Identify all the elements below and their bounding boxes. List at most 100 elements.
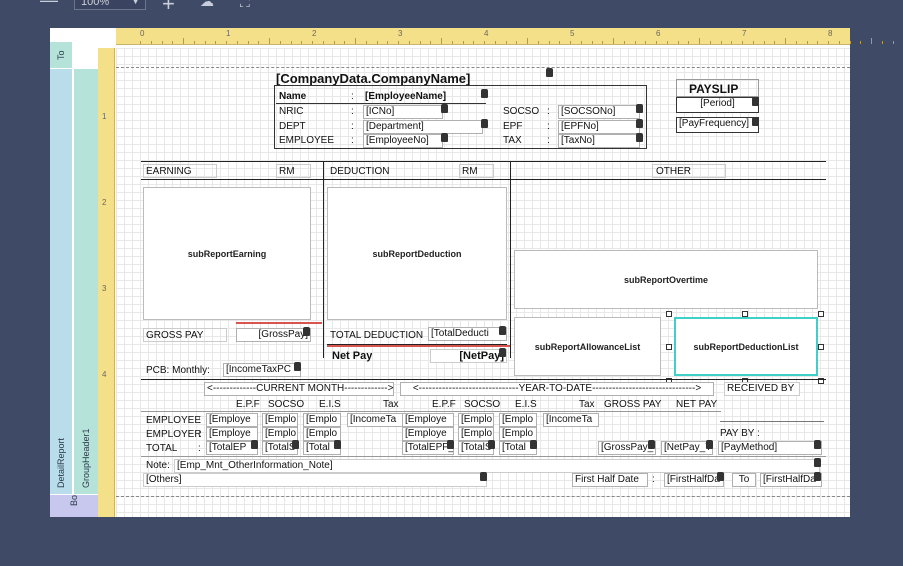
fullscreen-icon[interactable]: ⛶ [240, 0, 250, 9]
employee-no-field[interactable]: [EmployeeNo] [363, 134, 443, 148]
ruler-mark [634, 41, 636, 44]
pay-method-field[interactable]: [PayMethod] [718, 441, 822, 455]
col-eis: E.I.S [319, 399, 341, 410]
ruler-tick-label: 1 [102, 112, 107, 121]
report-canvas[interactable]: [CompanyData.CompanyName] Name : [Employ… [116, 48, 850, 517]
resize-handle[interactable] [818, 344, 824, 350]
tax-no-field[interactable]: [TaxNo] [558, 134, 640, 148]
ruler-mark [817, 41, 819, 44]
resize-handle[interactable] [666, 344, 672, 350]
resize-handle[interactable] [666, 311, 672, 317]
band-top-strip[interactable]: To [50, 42, 72, 68]
ruler-mark [677, 41, 679, 44]
database-icon [480, 472, 487, 481]
employee-eis-ytd-field[interactable]: [Emplo [499, 413, 537, 427]
ruler-tick-label: 4 [102, 370, 107, 379]
band-boundary-top [116, 67, 850, 68]
ruler-mark [430, 41, 432, 44]
col-gross-pay: GROSS PAY [604, 399, 662, 410]
note-field[interactable]: [Emp_Mnt_OtherInformation_Note] [174, 459, 820, 473]
database-icon [530, 440, 537, 449]
deduction-heading: DEDUCTION [330, 166, 390, 177]
ruler-mark [838, 41, 840, 44]
ruler-tick-label: 2 [312, 29, 317, 38]
socso-no-field[interactable]: [SOCSONo] [558, 105, 640, 119]
subreport-allowance-list[interactable]: subReportAllowanceList [514, 317, 661, 376]
plus-icon[interactable]: + [162, 0, 175, 15]
ruler-mark [150, 41, 152, 44]
employee-tax-field[interactable]: [IncomeTa [347, 413, 403, 427]
ruler-mark [333, 41, 335, 44]
band-group-strip[interactable]: GroupHeader1 [74, 69, 98, 494]
ic-no-field[interactable]: [ICNo] [363, 105, 443, 119]
name-underline [276, 103, 486, 104]
col-epf: E.P.F [236, 399, 260, 410]
employee-epf-ytd-field[interactable]: [Employe [402, 413, 454, 427]
employee-eis-field[interactable]: [Emplo [303, 413, 341, 427]
band-boundary-bottom [116, 496, 850, 497]
ruler-mark [312, 41, 313, 44]
others-field[interactable]: [Others] [143, 473, 487, 487]
employee-tax-ytd-field[interactable]: [IncomeTa [543, 413, 599, 427]
ruler-mark [731, 41, 733, 44]
band-detail-strip[interactable]: DetailReport [50, 69, 72, 494]
total-deduction-field[interactable]: [TotalDeducti [428, 327, 507, 341]
total-deduction-label: TOTAL DEDUCTION [330, 330, 424, 341]
other-heading-box [652, 164, 726, 178]
cloud-info-icon[interactable]: ☁ [200, 0, 214, 8]
employee-label: EMPLOYEE [279, 135, 335, 146]
subreport-earning[interactable]: subReportEarning [143, 187, 311, 320]
period-field[interactable]: [Period] [676, 97, 759, 113]
pay-frequency-field[interactable]: [PayFrequency] [676, 117, 759, 133]
database-icon [814, 440, 821, 449]
net-pay-field[interactable]: [NetPay] [430, 349, 507, 363]
ruler-mark [441, 38, 442, 44]
employee-epf-field[interactable]: [Employe [206, 413, 258, 427]
employer-eis-field[interactable]: [Emplo [303, 427, 341, 441]
col-socso: SOCSO [268, 399, 305, 410]
ruler-mark [656, 41, 657, 44]
ruler-mark [623, 41, 625, 44]
employee-name-field[interactable]: [EmployeeName] [365, 90, 446, 104]
minus-icon[interactable]: — [40, 0, 58, 9]
subreport-deduction-list[interactable]: subReportDeductionList [674, 317, 818, 376]
database-icon [636, 104, 643, 113]
net-pay-red-line [327, 345, 510, 347]
employer-epf-ytd-field[interactable]: [Employe [402, 427, 454, 441]
database-icon [294, 362, 301, 371]
database-icon [636, 133, 643, 142]
row-employer-label: EMPLOYER [146, 429, 202, 440]
employer-socso-field[interactable]: [Emplo [262, 427, 298, 441]
band-bottom-strip[interactable]: Bo [50, 495, 98, 517]
ruler-mark [258, 41, 260, 44]
subreport-overtime[interactable]: subReportOvertime [514, 250, 818, 309]
ruler-mark [892, 41, 894, 44]
database-icon [292, 440, 299, 449]
ruler-mark [462, 41, 464, 44]
section-divider-1 [323, 161, 324, 358]
employer-eis-ytd-field[interactable]: [Emplo [499, 427, 537, 441]
pcb-label: PCB: Monthly: [146, 365, 210, 376]
gross-pay-field[interactable]: [GrossPay] [236, 328, 311, 342]
database-icon [481, 89, 488, 98]
zoom-select[interactable]: 100% ▼ [74, 0, 146, 10]
first-half-date-from-field[interactable]: [FirstHalfDa [664, 473, 724, 487]
first-half-date-to-field[interactable]: [FirstHalfDa [760, 473, 822, 487]
name-label: Name [279, 91, 307, 102]
employer-socso-ytd-field[interactable]: [Emplo [458, 427, 494, 441]
employee-socso-field[interactable]: [Emplo [262, 413, 298, 427]
resize-handle[interactable] [818, 311, 824, 317]
department-field[interactable]: [Department] [363, 120, 483, 134]
col-net-pay: NET PAY [676, 399, 718, 410]
subreport-deduction[interactable]: subReportDeduction [327, 187, 507, 320]
row-total-colon: : [198, 443, 201, 454]
income-tax-pcb-field[interactable]: [IncomeTaxPC [223, 363, 301, 377]
employer-epf-field[interactable]: [Employe [206, 427, 258, 441]
ruler-mark [849, 41, 851, 44]
ruler-mark [688, 41, 690, 44]
resize-handle[interactable] [742, 311, 748, 317]
employee-socso-ytd-field[interactable]: [Emplo [458, 413, 494, 427]
database-icon [706, 440, 713, 449]
epf-no-field[interactable]: [EPFNo] [558, 120, 640, 134]
earning-heading-box [143, 164, 217, 178]
